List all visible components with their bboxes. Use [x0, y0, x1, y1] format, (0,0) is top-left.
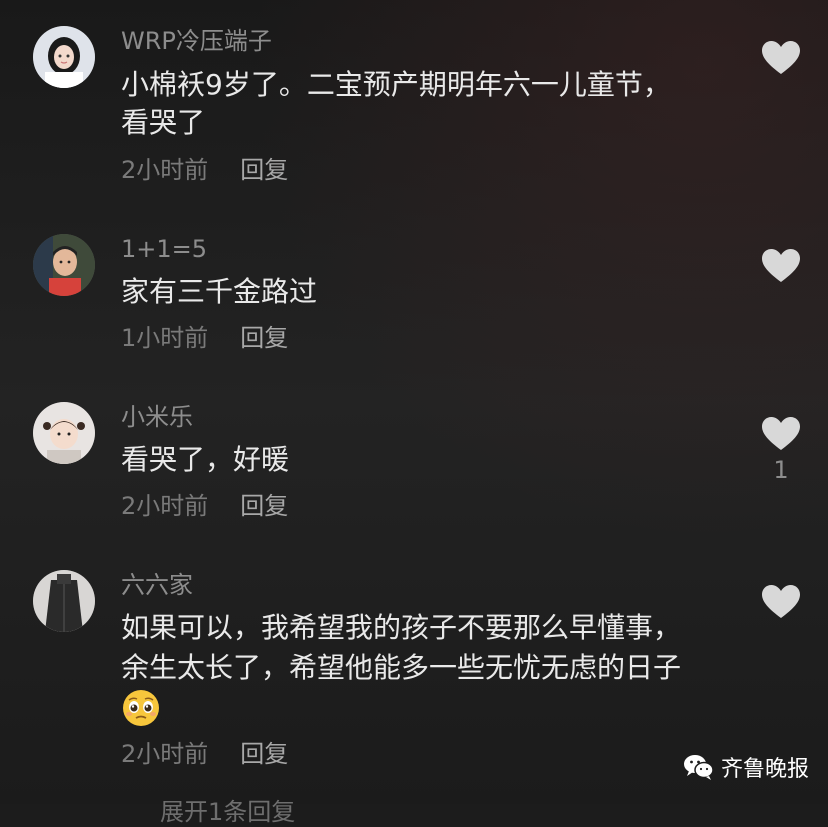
username[interactable]: 1+1=5: [121, 234, 207, 264]
comment-meta: 1小时前 回复: [121, 323, 288, 353]
avatar[interactable]: [33, 234, 95, 296]
heart-icon[interactable]: [761, 40, 801, 76]
wechat-icon: [684, 755, 714, 780]
heart-icon[interactable]: [761, 584, 801, 620]
comment-text-line: 如果可以，我希望我的孩子不要那么早懂事，: [121, 611, 682, 644]
reply-button[interactable]: 回复: [240, 740, 288, 768]
username[interactable]: WRP冷压端子: [121, 26, 272, 56]
comment-meta: 2小时前 回复: [121, 491, 288, 521]
like-count: 1: [773, 456, 789, 484]
heart-icon[interactable]: [761, 248, 801, 284]
watermark: 齐鲁晚报: [683, 750, 809, 784]
avatar[interactable]: [33, 26, 95, 88]
reply-button[interactable]: 回复: [240, 324, 288, 352]
reply-button[interactable]: 回复: [240, 156, 288, 184]
timestamp: 1小时前: [121, 324, 209, 352]
heart-icon[interactable]: [761, 416, 801, 452]
expand-replies-link[interactable]: 展开1条回复: [160, 792, 295, 827]
comment-text-line: 余生太长了，希望他能多一些无忧无虑的日子: [121, 651, 682, 684]
timestamp: 2小时前: [121, 156, 209, 184]
username[interactable]: 小米乐: [121, 402, 193, 432]
timestamp: 2小时前: [121, 492, 209, 520]
reply-button[interactable]: 回复: [240, 492, 288, 520]
watermark-text: 齐鲁晚报: [721, 757, 810, 782]
username[interactable]: 六六家: [121, 570, 193, 600]
timestamp: 2小时前: [121, 740, 209, 768]
avatar[interactable]: [33, 570, 95, 632]
comment-text-line: 看哭了: [121, 106, 206, 139]
comment-text-line: 家有三千金路过: [121, 275, 318, 308]
comment-meta: 2小时前 回复: [121, 739, 288, 769]
comment-text-line: 看哭了，好暖: [121, 443, 290, 476]
pleading-face-emoji: [123, 690, 159, 726]
avatar[interactable]: [33, 402, 95, 464]
comment-text-line: 小棉袄9岁了。二宝预产期明年六一儿童节，: [121, 68, 671, 101]
comment-meta: 2小时前 回复: [121, 155, 288, 185]
